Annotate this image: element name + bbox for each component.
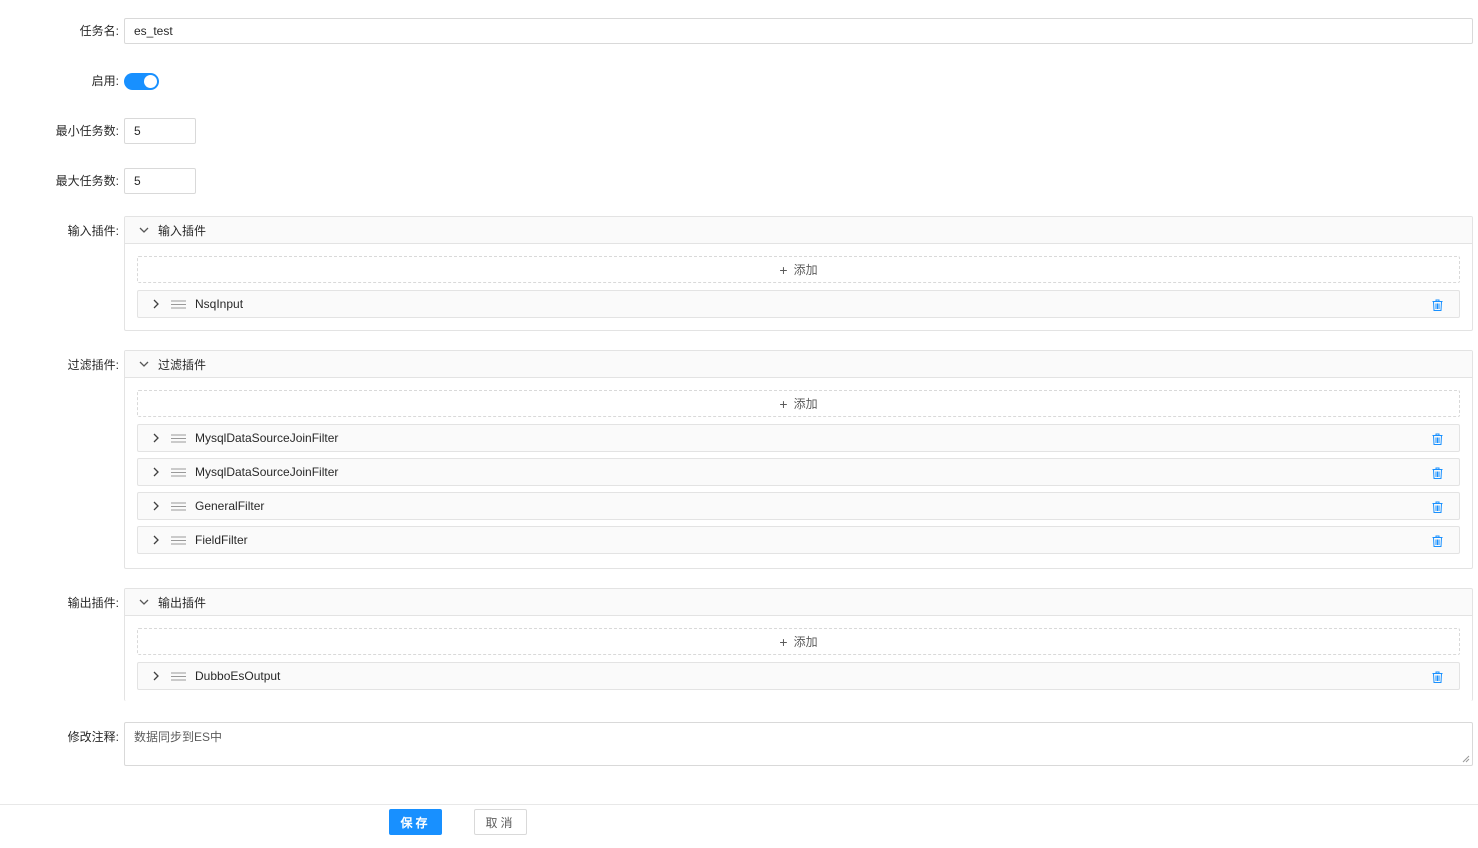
plus-icon: + <box>779 261 788 278</box>
enabled-label: 启用: <box>91 74 119 88</box>
plugin-name: DubboEsOutput <box>195 669 281 683</box>
drag-handle-icon[interactable] <box>171 672 186 681</box>
task-name-row: 任务名: es_test <box>0 18 1473 44</box>
output-plugins-label: 输出插件: <box>67 596 119 610</box>
plugin-name: FieldFilter <box>195 533 248 547</box>
add-label: 添加 <box>793 397 818 411</box>
plugin-name: GeneralFilter <box>195 499 265 513</box>
trash-icon[interactable] <box>1432 535 1443 547</box>
max-tasks-label: 最大任务数: <box>55 174 119 188</box>
add-input-plugin-button[interactable]: + 添加 <box>137 256 1460 283</box>
add-label: 添加 <box>793 635 818 649</box>
filter-plugins-panel: 过滤插件 + 添加 MysqlDataSourceJoinFilter Mysq… <box>124 350 1473 569</box>
drag-handle-icon[interactable] <box>171 434 186 443</box>
plugin-item: MysqlDataSourceJoinFilter <box>137 424 1460 452</box>
cancel-button[interactable]: 取消 <box>474 809 527 835</box>
comment-text: 数据同步到ES中 <box>134 730 223 744</box>
trash-icon[interactable] <box>1432 467 1443 479</box>
max-tasks-row: 最大任务数: 5 <box>0 168 1473 194</box>
input-plugins-label: 输入插件: <box>67 224 119 238</box>
input-plugins-panel: 输入插件 + 添加 NsqInput <box>124 216 1473 331</box>
drag-handle-icon[interactable] <box>171 536 186 545</box>
comment-textarea[interactable]: 数据同步到ES中 <box>124 722 1473 766</box>
min-tasks-input[interactable]: 5 <box>124 118 196 144</box>
output-plugins-panel-title: 输出插件 <box>158 595 207 610</box>
plus-icon: + <box>779 633 788 650</box>
resize-handle-icon[interactable] <box>1462 755 1470 763</box>
output-plugins-panel: 输出插件 + 添加 DubboEsOutput <box>124 588 1473 701</box>
filter-plugins-panel-header[interactable]: 过滤插件 <box>125 351 1472 378</box>
plugin-item: FieldFilter <box>137 526 1460 554</box>
chevron-down-icon <box>139 599 149 605</box>
task-edit-form: 任务名: es_test 启用: 最小任务数: 5 最大任务数: 5 输入插件: <box>0 0 1478 848</box>
max-tasks-input[interactable]: 5 <box>124 168 196 194</box>
plugin-name: MysqlDataSourceJoinFilter <box>195 431 339 445</box>
form-footer: 保存 取消 <box>0 804 1478 848</box>
min-tasks-row: 最小任务数: 5 <box>0 118 1473 144</box>
chevron-right-icon[interactable] <box>151 671 161 681</box>
plugin-item: NsqInput <box>137 290 1460 318</box>
comment-label: 修改注释: <box>67 730 119 744</box>
drag-handle-icon[interactable] <box>171 468 186 477</box>
add-label: 添加 <box>793 263 818 277</box>
drag-handle-icon[interactable] <box>171 502 186 511</box>
input-plugins-panel-title: 输入插件 <box>158 223 207 238</box>
output-plugins-row: 输出插件: 输出插件 + 添加 DubboEsOutput <box>0 588 1473 701</box>
filter-plugins-label: 过滤插件: <box>67 358 119 372</box>
chevron-right-icon[interactable] <box>151 299 161 309</box>
enabled-toggle[interactable] <box>124 73 159 90</box>
add-filter-plugin-button[interactable]: + 添加 <box>137 390 1460 417</box>
drag-handle-icon[interactable] <box>171 300 186 309</box>
trash-icon[interactable] <box>1432 433 1443 445</box>
comment-row: 修改注释: 数据同步到ES中 <box>0 722 1473 766</box>
trash-icon[interactable] <box>1432 501 1443 513</box>
task-name-label: 任务名: <box>79 24 119 38</box>
filter-plugins-row: 过滤插件: 过滤插件 + 添加 MysqlDataSourceJoinFilte… <box>0 350 1473 569</box>
trash-icon[interactable] <box>1432 671 1443 683</box>
filter-plugins-panel-title: 过滤插件 <box>158 357 207 372</box>
plugin-item: GeneralFilter <box>137 492 1460 520</box>
plugin-item: MysqlDataSourceJoinFilter <box>137 458 1460 486</box>
chevron-right-icon[interactable] <box>151 535 161 545</box>
chevron-right-icon[interactable] <box>151 433 161 443</box>
task-name-input[interactable]: es_test <box>124 18 1473 44</box>
save-button[interactable]: 保存 <box>389 809 442 835</box>
input-plugins-row: 输入插件: 输入插件 + 添加 NsqInput <box>0 216 1473 331</box>
plugin-name: NsqInput <box>195 297 244 311</box>
min-tasks-label: 最小任务数: <box>55 124 119 138</box>
plugin-item: DubboEsOutput <box>137 662 1460 690</box>
chevron-down-icon <box>139 227 149 233</box>
input-plugins-panel-header[interactable]: 输入插件 <box>125 217 1472 244</box>
chevron-right-icon[interactable] <box>151 467 161 477</box>
trash-icon[interactable] <box>1432 299 1443 311</box>
add-output-plugin-button[interactable]: + 添加 <box>137 628 1460 655</box>
chevron-right-icon[interactable] <box>151 501 161 511</box>
chevron-down-icon <box>139 361 149 367</box>
plus-icon: + <box>779 395 788 412</box>
plugin-name: MysqlDataSourceJoinFilter <box>195 465 339 479</box>
output-plugins-panel-header[interactable]: 输出插件 <box>125 589 1472 616</box>
enabled-row: 启用: <box>0 68 1473 94</box>
